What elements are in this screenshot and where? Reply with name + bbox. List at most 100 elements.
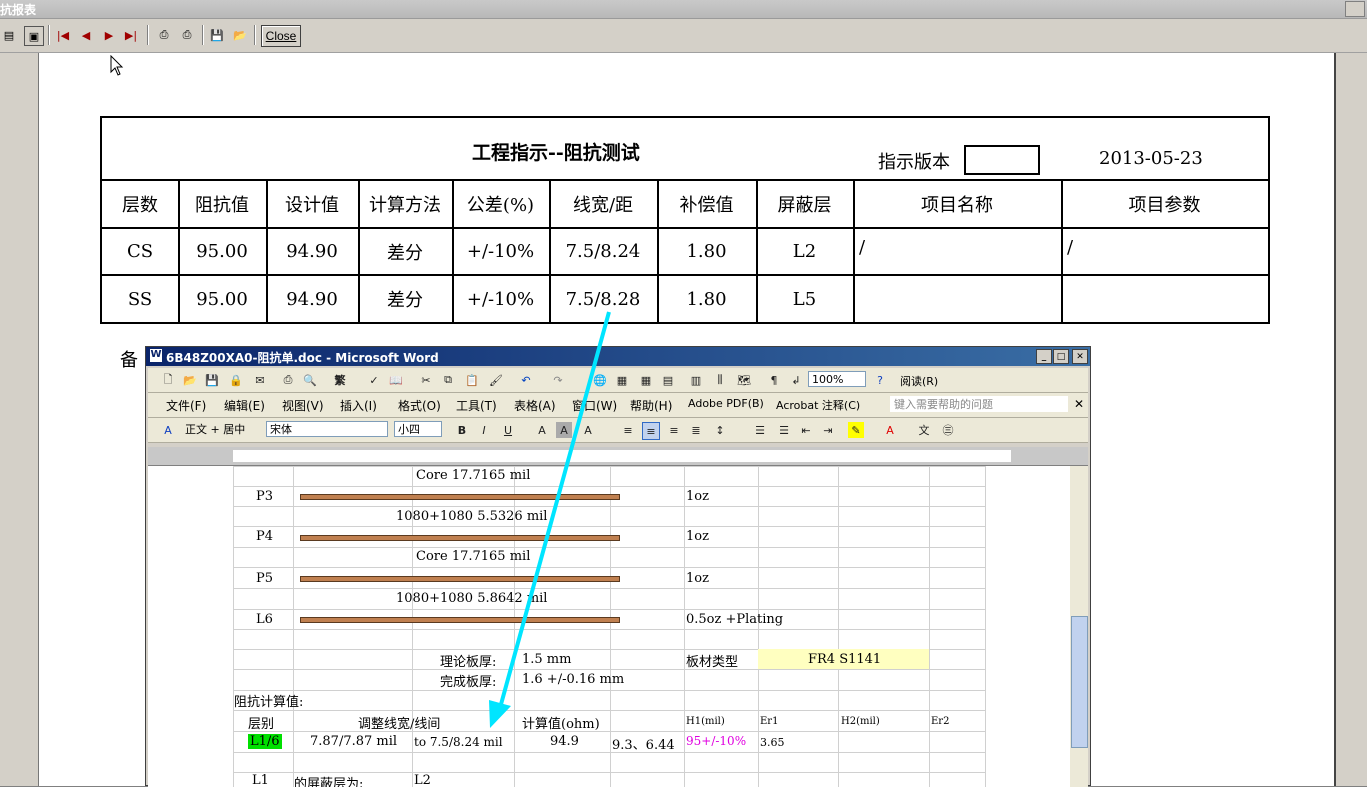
underline-button[interactable]: U: [500, 422, 516, 438]
read-mode-button[interactable]: 阅读(R): [900, 373, 938, 389]
table-gridline: [929, 466, 930, 787]
zoom-select[interactable]: 100%: [808, 371, 866, 387]
help-icon[interactable]: ?: [872, 372, 888, 388]
font-select[interactable]: 宋体: [266, 421, 388, 437]
increase-indent-icon[interactable]: ⇥: [820, 422, 836, 438]
italic-button[interactable]: I: [476, 422, 492, 438]
email-icon[interactable]: ✉: [252, 372, 268, 388]
format-painter-icon[interactable]: 🖌: [488, 372, 504, 388]
align-center-icon[interactable]: ≡: [642, 422, 660, 440]
menu-item[interactable]: 工具(T): [456, 397, 497, 414]
research-icon[interactable]: 📖: [388, 372, 404, 388]
doc-text: 1oz: [686, 571, 709, 586]
bold-button[interactable]: B: [454, 422, 470, 438]
line-spacing-icon[interactable]: ↕: [712, 422, 728, 438]
menu-item[interactable]: 编辑(E): [224, 397, 265, 414]
table-cell: L2: [792, 241, 817, 262]
print-preview-icon[interactable]: 🔍: [302, 372, 318, 388]
permission-icon[interactable]: 🔒: [228, 372, 244, 388]
help-search-input[interactable]: 键入需要帮助的问题: [890, 396, 1068, 412]
decrease-indent-icon[interactable]: ⇤: [798, 422, 814, 438]
maximize-icon[interactable]: □: [1053, 349, 1069, 364]
numbering-icon[interactable]: ☰: [752, 422, 768, 438]
tables-borders-icon[interactable]: ▦: [614, 372, 630, 388]
next-page-icon[interactable]: ▶: [100, 26, 118, 44]
table-cell: +/-10%: [466, 288, 535, 310]
menu-item[interactable]: 窗口(W): [572, 397, 617, 414]
enclose-characters-icon[interactable]: ㊂: [940, 422, 956, 438]
styles-icon[interactable]: A: [160, 422, 176, 438]
char-scale-icon[interactable]: A: [580, 422, 596, 438]
print-icon[interactable]: ⎙: [280, 372, 296, 388]
char-shading-icon[interactable]: A: [556, 422, 572, 438]
bullets-icon[interactable]: ☰: [776, 422, 792, 438]
font-color-icon[interactable]: A: [882, 422, 898, 438]
table-gridline: [838, 466, 839, 787]
menu-item[interactable]: Adobe PDF(B): [688, 397, 764, 410]
spelling-icon[interactable]: ✓: [366, 372, 382, 388]
justify-icon[interactable]: ≣: [688, 422, 704, 438]
document-map-icon[interactable]: 🗺: [736, 372, 752, 388]
save-icon[interactable]: 💾: [208, 26, 226, 44]
save-icon[interactable]: 💾: [204, 372, 220, 388]
close-button[interactable]: Close: [261, 25, 301, 47]
font-size-select[interactable]: 小四: [394, 421, 442, 437]
window-close-control[interactable]: [1345, 1, 1365, 17]
doc-text: 1oz: [686, 489, 709, 504]
copy-icon[interactable]: ⧉: [440, 372, 456, 388]
insert-table-icon[interactable]: ▦: [638, 372, 654, 388]
doc-text: 计算值(ohm): [522, 717, 600, 732]
menu-item[interactable]: 文件(F): [166, 397, 206, 414]
doc-text: Er1: [760, 716, 779, 727]
minimize-icon[interactable]: _: [1036, 349, 1052, 364]
menu-item[interactable]: Acrobat 注释(C): [776, 397, 860, 413]
copper-layer-bar: [300, 576, 620, 582]
print-icon[interactable]: ⎙: [178, 26, 196, 44]
paste-icon[interactable]: 📋: [464, 372, 480, 388]
char-border-icon[interactable]: A: [534, 422, 550, 438]
show-hide-icon[interactable]: ¶: [766, 372, 782, 388]
doc-text: 板材类型: [686, 655, 739, 670]
table-gridline: [233, 752, 985, 753]
cut-icon[interactable]: ✂: [418, 372, 434, 388]
menu-item[interactable]: 格式(O): [398, 397, 441, 414]
hyperlink-icon[interactable]: 🌐: [592, 372, 608, 388]
vertical-scrollbar[interactable]: [1070, 466, 1088, 787]
menu-item[interactable]: 插入(I): [340, 397, 377, 414]
show-formatting-icon[interactable]: ↲: [788, 372, 804, 388]
columns-icon[interactable]: ▥: [688, 372, 704, 388]
undo-icon[interactable]: ↶: [518, 372, 534, 388]
document-canvas[interactable]: Core 17.7165 mil P3 1oz 1080+1080 5.5326 mi…: [148, 466, 1070, 787]
insert-excel-icon[interactable]: ▤: [660, 372, 676, 388]
align-right-icon[interactable]: ≡: [666, 422, 682, 438]
scrollbar-thumb[interactable]: [1071, 616, 1088, 748]
preview-scrollbar[interactable]: [1337, 53, 1367, 786]
previous-page-icon[interactable]: ◀: [77, 26, 95, 44]
horizontal-ruler[interactable]: [148, 447, 1088, 466]
first-page-icon[interactable]: |◀: [54, 26, 72, 44]
redo-icon[interactable]: ↷: [550, 372, 566, 388]
list-icon[interactable]: ▤: [0, 26, 18, 44]
print-setup-icon[interactable]: ⎙: [155, 26, 173, 44]
menu-item[interactable]: 视图(V): [282, 397, 324, 414]
table-gridline: [233, 710, 985, 711]
menu-item[interactable]: 表格(A): [514, 397, 556, 414]
phonetic-guide-icon[interactable]: 文: [916, 422, 932, 438]
drawing-icon[interactable]: ⫼: [712, 372, 728, 388]
table-cell: [1061, 276, 1268, 322]
table-gridline: [233, 629, 985, 630]
align-left-icon[interactable]: ≡: [620, 422, 636, 438]
open-icon[interactable]: 📂: [182, 372, 198, 388]
close-icon[interactable]: ✕: [1072, 349, 1088, 364]
menu-item[interactable]: 帮助(H): [630, 397, 672, 414]
doc-text: L1/6: [248, 734, 282, 749]
page-view-icon[interactable]: ▣: [24, 26, 44, 46]
new-icon[interactable]: 🗋: [160, 372, 176, 388]
traditional-chinese-button[interactable]: 繁: [332, 372, 348, 388]
close-document-icon[interactable]: ✕: [1074, 397, 1084, 411]
doc-text: H2(mil): [841, 716, 880, 727]
last-page-icon[interactable]: ▶|: [122, 26, 140, 44]
style-select[interactable]: 正文 + 居中: [182, 421, 262, 437]
open-folder-icon[interactable]: 📂: [231, 26, 249, 44]
highlight-icon[interactable]: ✎: [848, 422, 864, 438]
